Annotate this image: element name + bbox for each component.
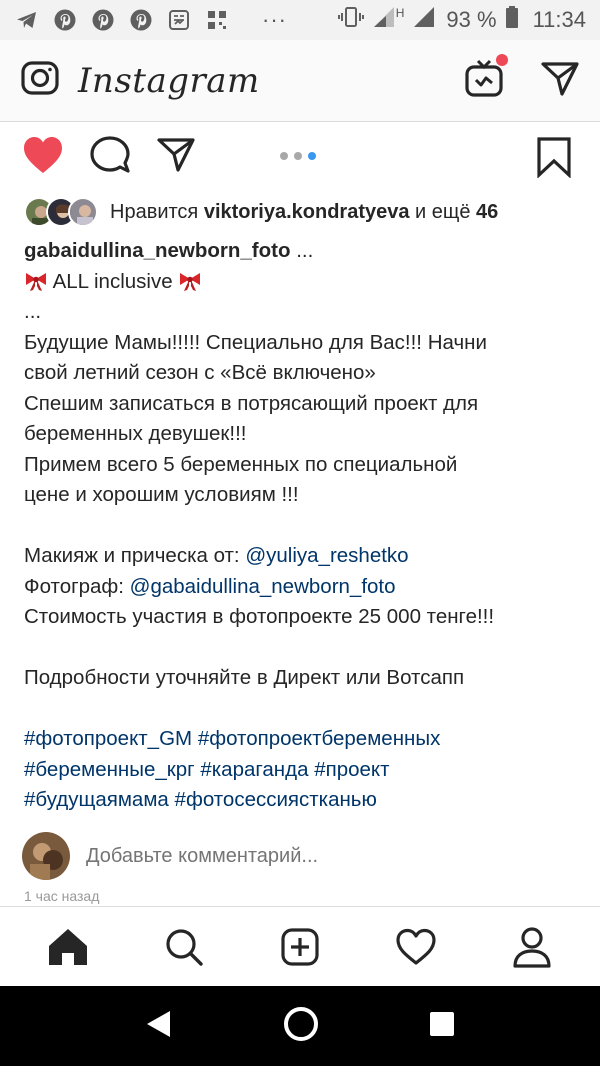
carousel-dot: [280, 152, 288, 160]
photographer-label: Фотограф:: [24, 574, 130, 598]
hashtag-link[interactable]: #караганда: [200, 758, 308, 781]
hashtag-link[interactable]: #фотопроект_GM: [24, 727, 192, 750]
likes-suffix: и ещё: [415, 200, 471, 223]
profile-icon[interactable]: [502, 917, 562, 977]
qr-icon: [204, 7, 230, 33]
more-notifications-icon: ···: [262, 7, 287, 32]
signal-icon: [372, 5, 398, 35]
post-caption: gabaidullina_newborn_foto ... ALL inclus…: [24, 236, 580, 816]
activity-heart-icon[interactable]: [386, 917, 446, 977]
comment-button[interactable]: [90, 135, 130, 175]
notification-dot: [496, 54, 508, 66]
likes-summary[interactable]: Нравится viktoriya.kondratyeva и ещё 46: [24, 195, 498, 229]
caption-line: Будущие Мамы!!!!! Специально для Вас!!! …: [24, 330, 487, 354]
bottom-navigation: [0, 906, 600, 986]
photographer-link[interactable]: @gabaidullina_newborn_foto: [130, 575, 396, 598]
likes-count[interactable]: 46: [476, 201, 498, 223]
hashtag-link[interactable]: #беременные_крг: [24, 758, 195, 781]
details-line: Подробности уточняйте в Директ или Вотса…: [24, 666, 465, 689]
search-icon[interactable]: [154, 917, 214, 977]
caption-line: свой летний сезон с «Всё включено»: [24, 361, 376, 384]
pinterest-icon: [90, 7, 116, 33]
carousel-dot-active: [308, 152, 316, 160]
price-line: Стоимость участия в фотопроекте 25 000 т…: [24, 605, 495, 628]
hashtag-link[interactable]: #фотопроектбеременных: [198, 727, 441, 750]
telegram-icon: [14, 7, 40, 33]
avatar: [22, 832, 70, 880]
screenshot-icon: [166, 7, 192, 33]
camera-icon[interactable]: [20, 58, 60, 103]
caption-line: Примем всего 5 беременных по специальной: [24, 452, 458, 476]
app-header: Instagram: [0, 40, 600, 122]
ribbon-emoji-icon: [24, 268, 48, 292]
caption-title: ALL inclusive: [52, 269, 173, 293]
clock: 11:34: [532, 7, 586, 32]
app-logo: Instagram: [78, 60, 260, 101]
network-type: H: [395, 6, 405, 20]
battery-icon: [505, 5, 519, 35]
home-circle-icon[interactable]: [283, 1006, 319, 1047]
share-button[interactable]: [156, 135, 196, 175]
hashtag-link[interactable]: #будущаямама: [24, 788, 169, 811]
comment-input[interactable]: [86, 844, 566, 868]
battery-level: 93 %: [446, 7, 497, 32]
caption-line: беременных девушек!!!: [24, 422, 247, 445]
igtv-icon[interactable]: [464, 54, 508, 103]
like-button[interactable]: [22, 135, 64, 175]
hashtag-link[interactable]: #проект: [314, 758, 389, 781]
recents-icon[interactable]: [428, 1010, 456, 1043]
direct-messages-icon[interactable]: [540, 58, 580, 103]
caption-line: цене и хорошим условиям !!!: [24, 483, 299, 506]
carousel-indicator: [280, 152, 316, 160]
avatar: [68, 197, 98, 227]
save-bookmark-icon[interactable]: [536, 136, 572, 183]
liker-avatars: [24, 197, 98, 227]
post-actions: [0, 128, 600, 182]
carousel-dot: [294, 152, 302, 160]
liker-username[interactable]: viktoriya.kondratyeva: [204, 201, 410, 223]
home-icon[interactable]: [38, 917, 98, 977]
system-navigation-bar: [0, 986, 600, 1066]
new-post-icon[interactable]: [270, 917, 330, 977]
pinterest-icon: [52, 7, 78, 33]
caption-line: Спешим записаться в потрясающий проект д…: [24, 391, 479, 415]
post-timestamp: 1 час назад: [24, 888, 100, 904]
add-comment-row: [22, 830, 582, 882]
makeup-artist-link[interactable]: @yuliya_reshetko: [245, 544, 408, 567]
status-bar: ··· H 93 % 11:34: [0, 0, 600, 40]
makeup-label: Макияж и прическа от:: [24, 544, 246, 567]
hashtag-link[interactable]: #фотосессиястканью: [175, 788, 377, 811]
ribbon-emoji-icon: [178, 268, 202, 292]
caption-username[interactable]: gabaidullina_newborn_foto: [24, 239, 291, 262]
vibrate-icon: [337, 5, 364, 35]
likes-text: Нравится viktoriya.kondratyeva и ещё 46: [110, 201, 498, 224]
caption-dots: ...: [24, 300, 42, 323]
signal-icon-2: [412, 5, 438, 35]
back-icon[interactable]: [144, 1009, 174, 1044]
pinterest-icon: [128, 7, 154, 33]
likes-prefix: Нравится: [110, 200, 199, 223]
caption-ellipsis: ...: [290, 239, 314, 262]
